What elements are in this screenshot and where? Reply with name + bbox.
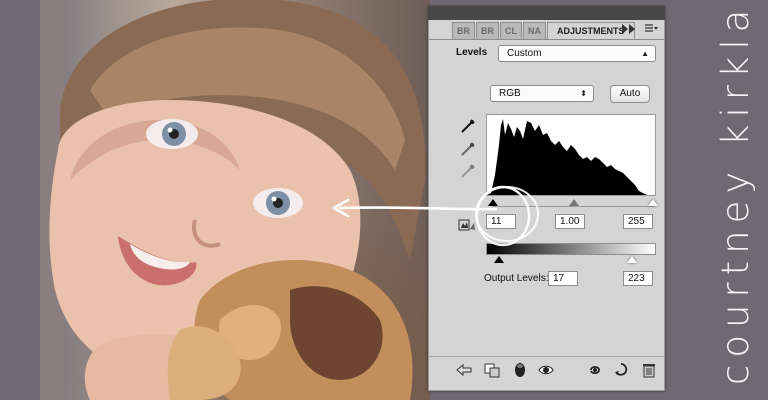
auto-button[interactable]: Auto: [610, 85, 650, 103]
bottom-toolbar-divider: [429, 356, 664, 357]
input-midtone-field[interactable]: 1.00: [555, 214, 585, 229]
input-slider-track: [492, 206, 654, 207]
output-levels-label: Output Levels:: [484, 273, 549, 284]
adjustments-panel: [428, 6, 665, 391]
back-arrow-icon[interactable]: [456, 362, 472, 378]
view-previous-icon[interactable]: [587, 362, 603, 378]
levels-histogram: [486, 114, 656, 196]
preset-select[interactable]: Custom ▲: [498, 45, 656, 62]
channel-value: RGB: [499, 88, 521, 99]
tabbar-divider: [429, 39, 664, 40]
fast-forward-icon[interactable]: [622, 24, 636, 37]
input-midtone-slider[interactable]: [569, 199, 579, 206]
updown-arrows-icon: ⬍: [580, 89, 587, 98]
output-low-field[interactable]: 17: [548, 271, 578, 286]
visibility-eye-icon[interactable]: [538, 362, 554, 378]
trash-icon[interactable]: [641, 362, 657, 378]
black-eyedropper-icon[interactable]: [460, 118, 476, 134]
input-highlight-slider[interactable]: [648, 199, 658, 206]
channel-select[interactable]: RGB ⬍: [490, 85, 594, 102]
input-shadow-field[interactable]: 11: [486, 214, 516, 229]
adjustment-type-label: Levels: [456, 47, 488, 58]
output-high-slider[interactable]: [627, 256, 637, 263]
output-low-slider[interactable]: [494, 256, 504, 263]
tab-brushes[interactable]: BR: [452, 22, 475, 39]
brand-name: courtney kirkland: [714, 0, 757, 385]
reset-icon[interactable]: [613, 362, 629, 378]
tab-clone-source[interactable]: CL: [500, 22, 522, 39]
panel-titlebar[interactable]: [428, 6, 665, 20]
input-highlight-field[interactable]: 255: [623, 214, 653, 229]
input-shadow-slider[interactable]: [488, 199, 498, 206]
panel-menu-icon[interactable]: [645, 24, 659, 37]
child-portrait-illustration: [0, 0, 426, 400]
white-eyedropper-icon[interactable]: [460, 163, 476, 179]
child-photo: [0, 0, 430, 400]
layer-mask-icon[interactable]: [512, 362, 528, 378]
panel-tabs: BR BR CL NA ADJUSTMENTS: [452, 22, 636, 39]
updown-arrows-icon: ▲: [641, 49, 649, 58]
output-gradient-bar: [486, 243, 656, 255]
clipping-warning-icon[interactable]: [458, 217, 475, 233]
output-high-field[interactable]: 223: [623, 271, 653, 286]
preset-value: Custom: [507, 48, 542, 59]
tab-brush-presets[interactable]: BR: [476, 22, 499, 39]
tab-navigator[interactable]: NA: [523, 22, 546, 39]
clip-to-layer-icon[interactable]: [484, 362, 500, 378]
gray-eyedropper-icon[interactable]: [460, 141, 476, 157]
